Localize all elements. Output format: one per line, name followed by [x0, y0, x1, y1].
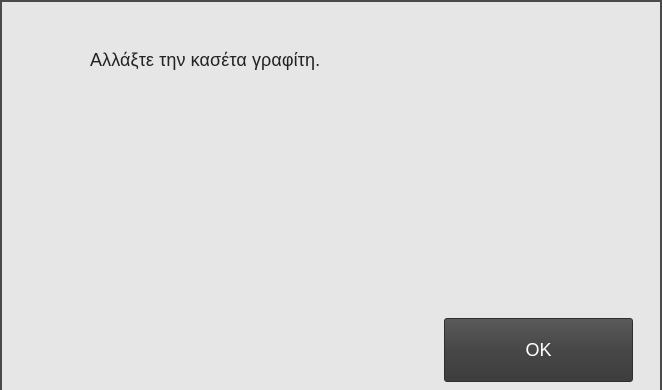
ok-button[interactable]: OK	[444, 318, 633, 382]
dialog-message: Αλλάξτε την κασέτα γραφίτη.	[90, 50, 321, 70]
ok-button-label: OK	[525, 339, 552, 360]
alert-dialog: Αλλάξτε την κασέτα γραφίτη. OK	[0, 0, 662, 390]
